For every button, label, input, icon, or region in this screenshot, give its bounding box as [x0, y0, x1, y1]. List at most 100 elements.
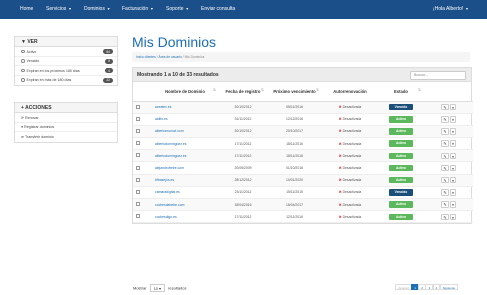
status-badge[interactable]: Activo	[389, 116, 413, 123]
page-size-value: 10	[153, 286, 158, 291]
header-vencimiento[interactable]: Próximo vencimiento ⇅	[267, 82, 322, 102]
results-label: resultados	[168, 285, 187, 291]
count-badge: 9	[105, 58, 113, 64]
status-badge[interactable]: Activo	[389, 164, 413, 172]
page-size-select[interactable]: 10 ▾	[149, 284, 165, 292]
chevron-down-icon[interactable]: ▼	[450, 116, 456, 123]
row-checkbox[interactable]	[136, 202, 140, 207]
status-badge[interactable]: Vencido	[389, 103, 413, 111]
chevron-down-icon[interactable]: ▼	[450, 213, 456, 221]
row-checkbox[interactable]	[136, 116, 140, 121]
filter-item-activo[interactable]: Activo 84	[15, 47, 117, 57]
header-registro[interactable]: Fecha de registro ⇅	[219, 82, 267, 102]
action-transferir[interactable]: ➦ Transferir dominio	[15, 132, 117, 142]
expiry-date: 18/11/2016	[267, 149, 322, 163]
wrench-icon[interactable]: ✎	[441, 189, 449, 196]
row-checkbox[interactable]	[136, 214, 140, 219]
chevron-down-icon[interactable]: ▼	[450, 189, 456, 196]
table-row[interactable]: cochesdigo.es 17/11/2012 12/11/2016 ✖Desact…	[133, 210, 473, 224]
chevron-down-icon[interactable]: ▼	[450, 176, 456, 184]
nav-home[interactable]: Home	[20, 6, 33, 12]
wrench-icon[interactable]: ✎	[441, 140, 449, 147]
row-checkbox[interactable]	[136, 141, 140, 146]
header-label: Estado	[394, 88, 408, 94]
domain-link[interactable]: alejandrofreire.com	[151, 161, 219, 175]
header-actions	[424, 82, 473, 102]
status-badge[interactable]: Activo	[389, 140, 413, 147]
status-badge[interactable]: Vencido	[389, 189, 413, 196]
nav-facturacion[interactable]: Facturación ▼	[122, 6, 154, 12]
header-domain[interactable]: Nombre de Dominio ⇅	[151, 82, 219, 102]
close-icon: ✖	[338, 129, 342, 134]
search-input[interactable]: Buscar...	[410, 70, 466, 80]
chevron-down-icon[interactable]: ▼	[450, 164, 456, 172]
row-checkbox[interactable]	[136, 104, 140, 109]
filter-item-label: Expiran en los próximos 180 días	[26, 68, 80, 73]
nav-enviar-consulta[interactable]: Enviar consulta	[201, 6, 235, 12]
table-row[interactable]: albertomunozl.com 20/10/2012 20/10/2017 ✖De…	[133, 125, 473, 139]
table-row[interactable]: aldifo.es 31/11/2012 12/12/2016 ✖Desactivad…	[133, 113, 473, 126]
wrench-icon[interactable]: ✎	[441, 164, 449, 172]
status-badge[interactable]: Activo	[389, 201, 413, 208]
breadcrumb-area[interactable]: Área de usuario	[159, 55, 182, 59]
action-registrar[interactable]: ● Registrar dominios	[15, 123, 117, 132]
domain-link[interactable]: aceatex.es	[151, 101, 219, 114]
chevron-down-icon[interactable]: ▼	[450, 152, 456, 160]
table-row[interactable]: albertodominguez.es 17/11/2012 18/11/2016 ✖…	[133, 137, 473, 151]
wrench-icon[interactable]: ✎	[441, 213, 449, 221]
nav-servicios[interactable]: Servicios ▼	[46, 6, 72, 12]
pagination-next[interactable]: Siguiente	[439, 284, 459, 290]
registration-date: 17/11/2012	[219, 137, 267, 151]
table-row[interactable]: albertodominguez.es 17/11/2012 18/11/2016 ✖…	[133, 149, 473, 163]
row-checkbox[interactable]	[136, 177, 140, 182]
domain-link[interactable]: bfbasejos.es	[151, 174, 219, 187]
close-icon: ✖	[338, 166, 342, 171]
domain-link[interactable]: camaradigital.es	[151, 186, 219, 200]
domain-link[interactable]: cochesdebebe.com	[151, 198, 219, 212]
table-row[interactable]: alejandrofreire.com 20/05/2009 01/10/2016 ✖…	[133, 161, 473, 175]
wrench-icon[interactable]: ✎	[441, 176, 449, 184]
table-row[interactable]: camaradigital.es 23/11/2012 15/11/2015 ✖Des…	[133, 186, 473, 200]
breadcrumb-inicio[interactable]: Inicio clientes	[136, 55, 156, 59]
row-checkbox[interactable]	[136, 153, 140, 158]
user-menu[interactable]: ¡Hola Alberto! ▼	[433, 6, 469, 12]
nav-soporte[interactable]: Soporte ▼	[166, 6, 189, 12]
table-row[interactable]: cochesdebebe.com 18/04/2016 18/04/2017 ✖Des…	[133, 198, 473, 212]
wrench-icon[interactable]: ✎	[441, 116, 449, 123]
status-badge[interactable]: Activo	[389, 152, 413, 160]
filter-item-vencido[interactable]: Vencido 9	[15, 57, 117, 66]
status-cell: Vencido	[378, 186, 424, 200]
expiry-date: 05/11/2016	[267, 101, 322, 114]
status-badge[interactable]: Activo	[389, 213, 413, 221]
table-row[interactable]: aceatex.es 20/10/2012 05/11/2016 ✖Desactiva…	[133, 101, 473, 114]
header-autorrenovacion[interactable]: Autorrenovación	[322, 82, 378, 102]
status-badge[interactable]: Activo	[389, 176, 413, 184]
pagination-prev[interactable]: Anterior	[395, 284, 412, 290]
row-select	[133, 198, 151, 212]
row-checkbox[interactable]	[136, 128, 140, 133]
chevron-down-icon[interactable]: ▼	[450, 128, 456, 135]
domain-link[interactable]: cochesdigo.es	[151, 210, 219, 224]
wrench-icon[interactable]: ✎	[441, 201, 449, 208]
table-row[interactable]: bfbasejos.es 28/12/2012 10/01/2020 ✖Desacti…	[133, 174, 473, 187]
filter-item-expiran-mas-180[interactable]: Expiran en más de 180 días 22	[15, 76, 117, 86]
status-badge[interactable]: Activo	[389, 128, 413, 135]
row-checkbox[interactable]	[136, 165, 140, 170]
domain-link[interactable]: albertomunozl.com	[151, 125, 219, 139]
row-checkbox[interactable]	[136, 189, 140, 194]
header-estado[interactable]: Estado ⇅	[378, 82, 424, 102]
domain-link[interactable]: albertodominguez.es	[151, 149, 219, 163]
wrench-icon[interactable]: ✎	[441, 103, 449, 111]
filter-item-expiran-180[interactable]: Expiran en los próximos 180 días 4	[15, 66, 117, 76]
expiry-date: 18/11/2016	[267, 137, 322, 151]
domain-link[interactable]: aldifo.es	[151, 113, 219, 126]
wrench-icon[interactable]: ✎	[441, 128, 449, 135]
action-renovar[interactable]: ⟳ Renovar	[15, 113, 117, 123]
wrench-icon[interactable]: ✎	[441, 152, 449, 160]
chevron-down-icon[interactable]: ▼	[450, 140, 456, 147]
nav-dominios[interactable]: Dominios ▼	[84, 6, 110, 12]
chevron-down-icon[interactable]: ▼	[450, 201, 456, 208]
chevron-down-icon[interactable]: ▼	[450, 103, 456, 111]
count-badge: 22	[103, 77, 113, 83]
domain-link[interactable]: albertodominguez.es	[151, 137, 219, 151]
